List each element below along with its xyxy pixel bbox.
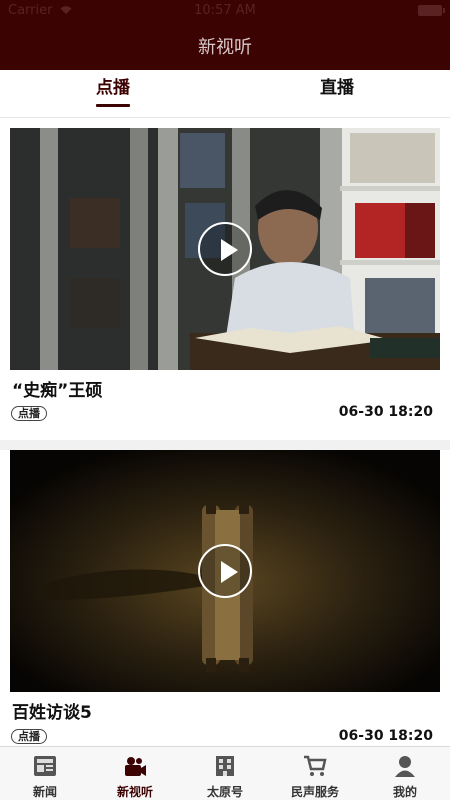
video-title[interactable]: 百姓访谈5: [12, 698, 92, 723]
video-card[interactable]: 百姓访谈5 点播 06-30 18:20: [0, 450, 450, 746]
tabbar-label: 民声服务: [290, 785, 339, 799]
video-title[interactable]: “史痴”王硕: [12, 376, 102, 401]
tabbar-label: 太原号: [206, 785, 243, 799]
tabbar-item-video[interactable]: 新视听: [90, 747, 180, 800]
tab-vod[interactable]: 点播: [53, 70, 173, 118]
cart-icon: [303, 754, 327, 778]
battery-icon: [418, 5, 445, 16]
nav-header: Carrier 10:57 AM 新视听: [0, 0, 450, 70]
news-icon: [33, 754, 57, 778]
active-tab-indicator: [96, 104, 130, 107]
card-divider: [0, 440, 450, 450]
play-icon[interactable]: [198, 544, 252, 598]
bottom-tab-bar: 新闻 新视听 太原号 民声服务 我的: [0, 746, 450, 800]
tabbar-item-taiyuan[interactable]: 太原号: [180, 747, 270, 800]
publish-time: 06-30 18:20: [338, 728, 433, 744]
video-card[interactable]: “史痴”王硕 点播 06-30 18:20: [0, 118, 450, 440]
video-thumbnail[interactable]: [10, 450, 440, 692]
page-title: 新视听: [198, 37, 252, 58]
tab-live[interactable]: 直播: [277, 70, 397, 118]
tabbar-item-news[interactable]: 新闻: [0, 747, 90, 800]
video-thumbnail[interactable]: [10, 128, 440, 370]
tabbar-item-mine[interactable]: 我的: [360, 747, 450, 800]
video-camera-icon: [123, 754, 147, 778]
status-bar: Carrier 10:57 AM: [0, 0, 450, 22]
status-time: 10:57 AM: [194, 3, 256, 18]
segment-tabs: 点播 直播: [0, 70, 450, 118]
vod-badge: 点播: [11, 729, 47, 744]
building-icon: [213, 754, 237, 778]
tabbar-label: 新闻: [32, 785, 57, 799]
vod-badge: 点播: [11, 406, 47, 421]
user-icon: [393, 754, 417, 778]
publish-time: 06-30 18:20: [338, 404, 433, 420]
play-icon[interactable]: [198, 222, 252, 276]
tabbar-item-service[interactable]: 民声服务: [270, 747, 360, 800]
video-feed[interactable]: “史痴”王硕 点播 06-30 18:20 百姓访谈5 点播 06-30 18:…: [0, 118, 450, 746]
tabbar-label: 我的: [392, 785, 417, 799]
tabbar-label: 新视听: [116, 785, 153, 799]
